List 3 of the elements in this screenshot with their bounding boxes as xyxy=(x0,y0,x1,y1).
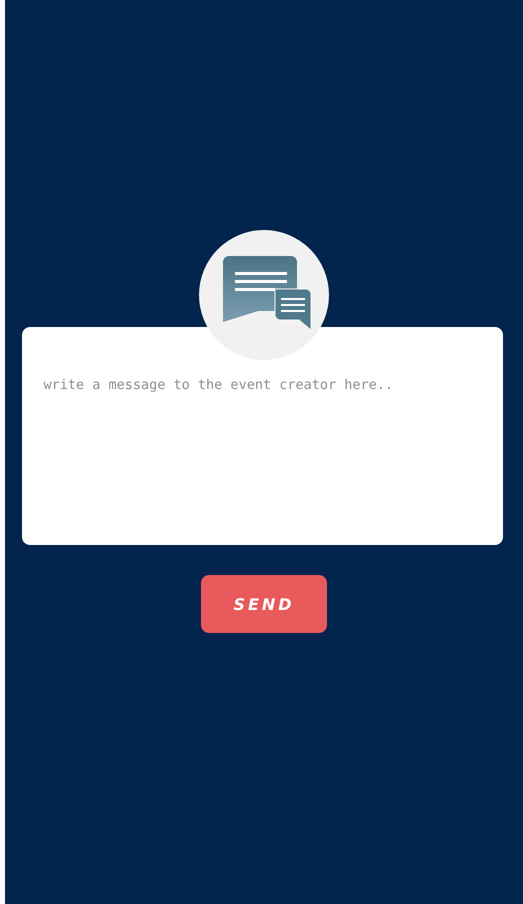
chat-bubbles-icon xyxy=(223,256,313,330)
message-field[interactable]: write a message to the event creator here.. xyxy=(22,327,502,545)
send-button[interactable]: SEND xyxy=(201,575,327,633)
